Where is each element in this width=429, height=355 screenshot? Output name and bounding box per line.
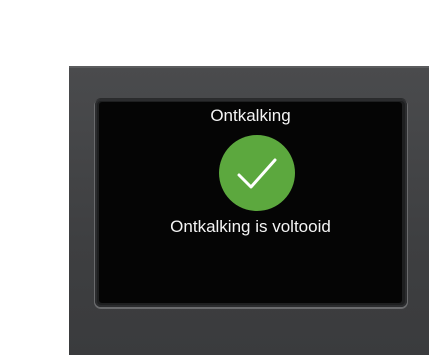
checkmark-icon: [237, 158, 277, 189]
success-checkmark-icon: [219, 135, 295, 211]
stage: Ontkalking Ontkalking is voltooid: [0, 0, 429, 355]
status-message: Ontkalking is voltooid: [170, 217, 331, 236]
display-screen: Ontkalking Ontkalking is voltooid: [99, 102, 402, 303]
screen-title: Ontkalking: [210, 106, 291, 125]
